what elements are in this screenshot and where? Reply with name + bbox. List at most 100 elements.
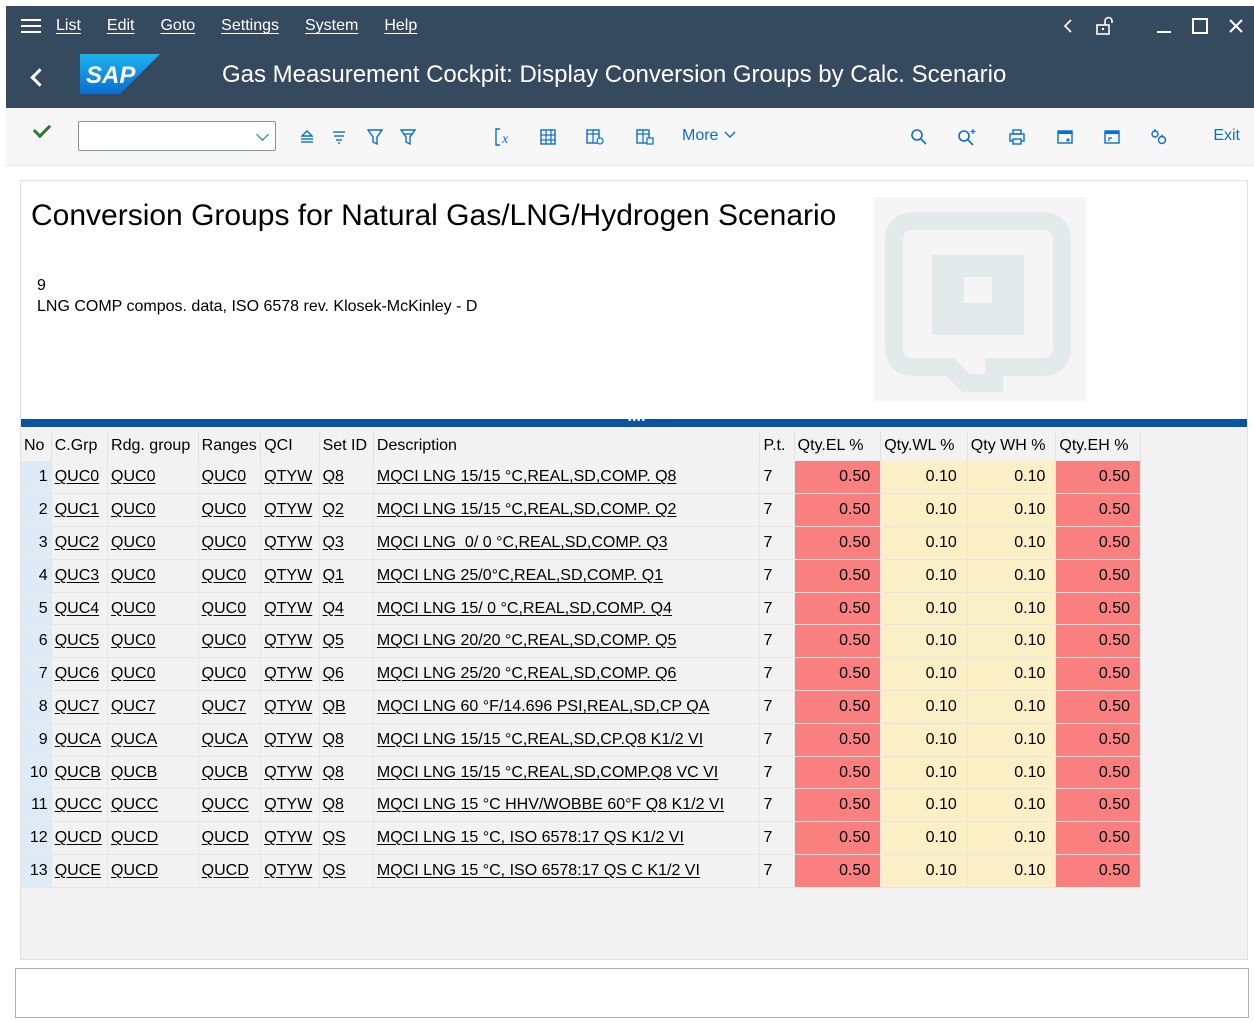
description-link[interactable]: MQCI LNG 25/0°C,REAL,SD,COMP. Q1 <box>377 567 663 584</box>
close-icon[interactable] <box>1218 6 1254 46</box>
qci-link[interactable]: QTYW <box>264 567 312 584</box>
ranges-link[interactable]: QUCA <box>202 731 248 748</box>
table-icon[interactable] <box>535 124 561 150</box>
sort-descending-icon[interactable] <box>326 124 352 150</box>
table-row[interactable]: 12 QUCD QUCD QUCD QTYW QS MQCI LNG 15 °C, ISO … <box>21 821 1141 856</box>
rdg-group-link[interactable]: QUC0 <box>111 632 155 649</box>
rdg-group-link[interactable]: QUCD <box>111 862 158 879</box>
rdg-group-link[interactable]: QUC0 <box>111 665 155 682</box>
qci-link[interactable]: QTYW <box>264 698 312 715</box>
ranges-link[interactable]: QUC0 <box>202 501 246 518</box>
set-id-link[interactable]: Q8 <box>323 764 344 781</box>
qci-link[interactable]: QTYW <box>264 534 312 551</box>
set-id-link[interactable]: Q4 <box>323 600 344 617</box>
col-pt[interactable]: P.t. <box>759 431 795 461</box>
command-field[interactable] <box>78 121 276 151</box>
ranges-link[interactable]: QUC0 <box>202 665 246 682</box>
set-id-link[interactable]: QB <box>323 698 346 715</box>
table-row[interactable]: 11 QUCC QUCC QUCC QTYW Q8 MQCI LNG 15 °C HHV/W… <box>21 788 1141 823</box>
table-row[interactable]: 10 QUCB QUCB QUCB QTYW Q8 MQCI LNG 15/15 °C,RE… <box>21 756 1141 790</box>
sort-ascending-icon[interactable] <box>294 124 320 150</box>
cgrp-link[interactable]: QUCD <box>55 829 102 846</box>
table-settings-icon[interactable] <box>582 124 608 150</box>
menu-settings[interactable]: Settings <box>221 17 279 35</box>
rdg-group-link[interactable]: QUCA <box>111 731 157 748</box>
minimize-icon[interactable] <box>1146 6 1182 46</box>
table-row[interactable]: 3 QUC2 QUC0 QUC0 QTYW Q3 MQCI LNG 0/ 0 °C,REAL… <box>21 526 1141 560</box>
col-qty-el[interactable]: Qty.EL % <box>794 431 882 461</box>
col-cgrp[interactable]: C.Grp <box>51 431 109 461</box>
cgrp-link[interactable]: QUC1 <box>55 501 99 518</box>
qci-link[interactable]: QTYW <box>264 665 312 682</box>
hamburger-menu-icon[interactable] <box>6 6 56 46</box>
qci-link[interactable]: QTYW <box>264 600 312 617</box>
set-id-link[interactable]: Q2 <box>323 501 344 518</box>
table-row[interactable]: 5 QUC4 QUC0 QUC0 QTYW Q4 MQCI LNG 15/ 0 °C,REA… <box>21 592 1141 626</box>
menu-goto[interactable]: Goto <box>160 17 195 35</box>
check-icon[interactable] <box>32 119 52 139</box>
maximize-icon[interactable] <box>1182 6 1218 46</box>
description-link[interactable]: MQCI LNG 25/20 °C,REAL,SD,COMP. Q6 <box>377 665 677 682</box>
description-link[interactable]: MQCI LNG 15/ 0 °C,REAL,SD,COMP. Q4 <box>377 600 672 617</box>
menu-help[interactable]: Help <box>384 17 417 35</box>
search-icon[interactable] <box>906 124 932 150</box>
menu-edit[interactable]: Edit <box>107 17 135 35</box>
col-rdg-group[interactable]: Rdg. group <box>107 431 199 461</box>
table-row[interactable]: 9 QUCA QUCA QUCA QTYW Q8 MQCI LNG 15/15 °C,REA… <box>21 723 1141 757</box>
description-link[interactable]: MQCI LNG 15/15 °C,REAL,SD,COMP. Q2 <box>377 501 677 518</box>
splitter[interactable]: •••• <box>21 415 1247 427</box>
cgrp-link[interactable]: QUC4 <box>55 600 99 617</box>
description-link[interactable]: MQCI LNG 15 °C, ISO 6578:17 QS C K1/2 VI <box>377 862 700 879</box>
qci-link[interactable]: QTYW <box>264 632 312 649</box>
rdg-group-link[interactable]: QUC0 <box>111 534 155 551</box>
more-button[interactable]: More <box>682 127 737 145</box>
col-no[interactable]: No <box>21 431 52 461</box>
ranges-link[interactable]: QUC0 <box>202 468 246 485</box>
table-export-icon[interactable] <box>632 124 658 150</box>
description-link[interactable]: MQCI LNG 0/ 0 °C,REAL,SD,COMP. Q3 <box>377 534 668 551</box>
menu-system[interactable]: System <box>305 17 358 35</box>
chevron-down-icon[interactable] <box>256 128 269 141</box>
splitter-handle[interactable]: •••• <box>628 415 646 426</box>
search-next-icon[interactable] <box>954 124 980 150</box>
table-row[interactable]: 8 QUC7 QUC7 QUC7 QTYW QB MQCI LNG 60 °F/14.696… <box>21 690 1141 724</box>
col-qty-wl[interactable]: Qty.WL % <box>880 431 968 461</box>
back-button[interactable] <box>6 46 66 108</box>
exit-button[interactable]: Exit <box>1213 127 1240 145</box>
menu-list[interactable]: List <box>56 17 81 35</box>
set-id-link[interactable]: Q8 <box>323 731 344 748</box>
formula-icon[interactable]: x <box>492 124 518 150</box>
filter-icon[interactable] <box>362 124 388 150</box>
qci-link[interactable]: QTYW <box>264 468 312 485</box>
cgrp-link[interactable]: QUC5 <box>55 632 99 649</box>
table-row[interactable]: 1 QUC0 QUC0 QUC0 QTYW Q8 MQCI LNG 15/15 °C,REA… <box>21 461 1141 495</box>
qci-link[interactable]: QTYW <box>264 764 312 781</box>
description-link[interactable]: MQCI LNG 15 °C HHV/WOBBE 60°F Q8 K1/2 VI <box>377 796 724 813</box>
ranges-link[interactable]: QUC0 <box>202 600 246 617</box>
set-id-link[interactable]: Q5 <box>323 632 344 649</box>
cgrp-link[interactable]: QUC7 <box>55 698 99 715</box>
description-link[interactable]: MQCI LNG 15 °C, ISO 6578:17 QS K1/2 VI <box>377 829 684 846</box>
rdg-group-link[interactable]: QUC0 <box>111 468 155 485</box>
description-link[interactable]: MQCI LNG 20/20 °C,REAL,SD,COMP. Q5 <box>377 632 677 649</box>
chevron-left-icon[interactable] <box>1050 6 1086 46</box>
table-row[interactable]: 7 QUC6 QUC0 QUC0 QTYW Q6 MQCI LNG 25/20 °C,REA… <box>21 657 1141 692</box>
cgrp-link[interactable]: QUC2 <box>55 534 99 551</box>
ranges-link[interactable]: QUCC <box>202 796 249 813</box>
qci-link[interactable]: QTYW <box>264 829 312 846</box>
qci-link[interactable]: QTYW <box>264 731 312 748</box>
col-description[interactable]: Description <box>373 431 761 461</box>
set-id-link[interactable]: Q8 <box>323 796 344 813</box>
rdg-group-link[interactable]: QUC0 <box>111 501 155 518</box>
filter-remove-icon[interactable] <box>396 124 422 150</box>
set-id-link[interactable]: Q6 <box>323 665 344 682</box>
ranges-link[interactable]: QUC0 <box>202 567 246 584</box>
col-set-id[interactable]: Set ID <box>319 431 374 461</box>
col-qci[interactable]: QCI <box>260 431 320 461</box>
set-id-link[interactable]: QS <box>323 862 346 879</box>
ranges-link[interactable]: QUC0 <box>202 632 246 649</box>
set-id-link[interactable]: Q3 <box>323 534 344 551</box>
ranges-link[interactable]: QUCB <box>202 764 248 781</box>
description-link[interactable]: MQCI LNG 15/15 °C,REAL,SD,COMP.Q8 VC VI <box>377 764 718 781</box>
unlock-icon[interactable] <box>1086 6 1122 46</box>
